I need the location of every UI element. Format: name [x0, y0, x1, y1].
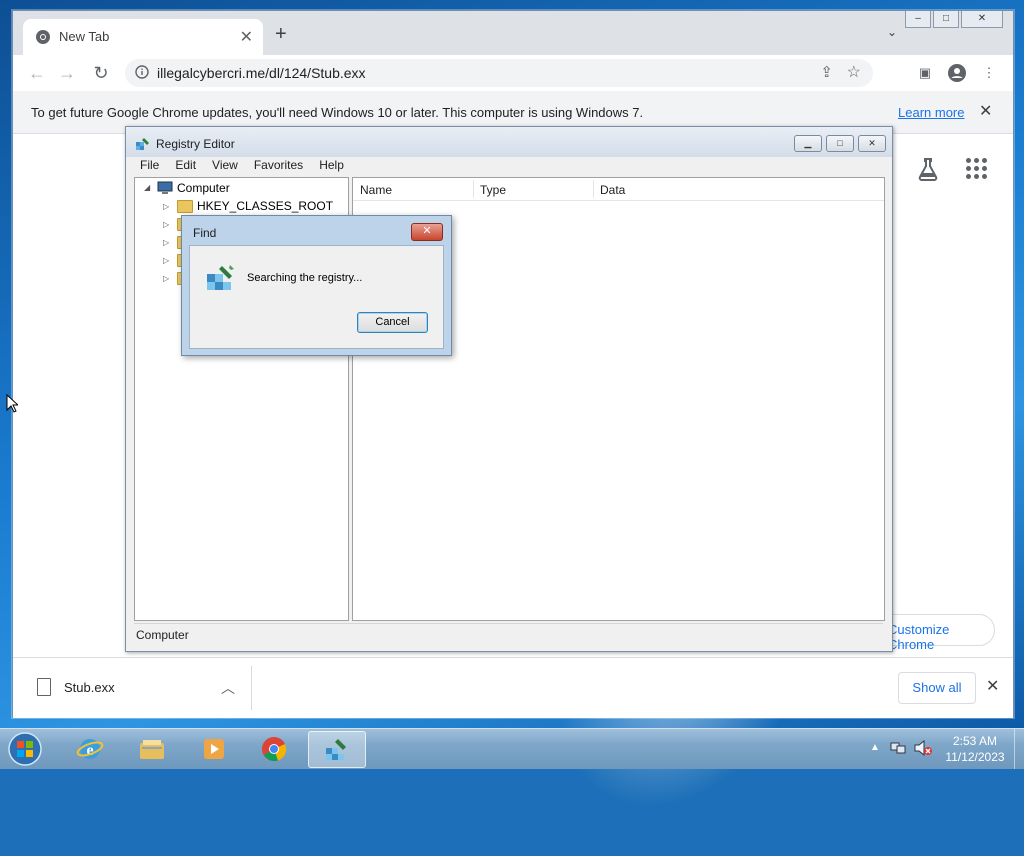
chrome-favicon-icon [36, 30, 50, 44]
taskbar-registry-editor[interactable] [308, 731, 366, 768]
minimize-button[interactable]: – [905, 11, 931, 28]
menu-view[interactable]: View [204, 157, 246, 175]
tree-expand-icon[interactable]: ▷ [163, 238, 169, 247]
browser-toolbar: ← → ↻ illegalcybercri.me/dl/124/Stub.exx… [13, 55, 1013, 91]
infobar-close-icon[interactable]: ✕ [979, 101, 992, 121]
maximize-button[interactable]: □ [933, 11, 959, 28]
volume-muted-icon[interactable] [914, 740, 932, 756]
registry-menu-bar: File Edit View Favorites Help [132, 157, 352, 175]
column-name[interactable]: Name [360, 183, 392, 197]
show-all-button[interactable]: Show all [898, 672, 976, 704]
taskbar-windows-explorer[interactable] [124, 731, 180, 766]
tree-node-hkey-classes-root[interactable]: HKEY_CLASSES_ROOT [197, 199, 333, 213]
forward-arrow-icon[interactable]: → [55, 61, 79, 85]
taskbar: e ▲ 2:53 AM 11/12/2023 [0, 728, 1024, 769]
reload-icon[interactable]: ↻ [89, 61, 113, 85]
tree-node-computer[interactable]: Computer [177, 181, 230, 195]
tree-expand-icon[interactable]: ▷ [163, 202, 169, 211]
chrome-icon [262, 737, 287, 762]
side-panel-icon[interactable]: ▣ [913, 61, 937, 85]
back-arrow-icon[interactable]: ← [25, 61, 49, 85]
network-icon[interactable] [890, 740, 906, 756]
menu-favorites[interactable]: Favorites [246, 157, 311, 175]
internet-explorer-icon: e [76, 739, 104, 759]
status-path: Computer [136, 628, 189, 642]
tree-expand-icon[interactable]: ▷ [163, 256, 169, 265]
media-player-icon [204, 739, 224, 759]
registry-minimize-button[interactable]: ▁ [794, 135, 822, 152]
taskbar-internet-explorer[interactable]: e [62, 731, 118, 766]
menu-file[interactable]: File [132, 157, 167, 175]
registry-status-bar: Computer [134, 623, 883, 646]
taskbar-chrome[interactable] [246, 731, 302, 766]
menu-edit[interactable]: Edit [167, 157, 204, 175]
download-filename: Stub.exx [64, 680, 115, 695]
registry-close-button[interactable]: ✕ [858, 135, 886, 152]
tab-close-icon[interactable]: ✕ [240, 27, 253, 47]
taskbar-media-player[interactable] [186, 731, 242, 766]
registry-editor-icon [136, 138, 149, 150]
share-icon[interactable]: ⇪ [820, 63, 833, 81]
address-bar[interactable]: illegalcybercri.me/dl/124/Stub.exx ⇪ ☆ [125, 59, 873, 87]
find-dialog-body: Searching the registry... Cancel [189, 245, 444, 349]
chrome-labs-icon[interactable] [916, 157, 940, 181]
show-desktop-button[interactable] [1014, 729, 1024, 769]
file-icon [37, 678, 51, 696]
new-tab-button[interactable]: + [275, 23, 287, 46]
computer-icon [157, 181, 173, 194]
tree-collapse-icon[interactable]: ◢ [144, 183, 150, 192]
url-text[interactable]: illegalcybercri.me/dl/124/Stub.exx [157, 65, 366, 81]
start-button-icon[interactable] [6, 731, 44, 767]
tree-expand-icon[interactable]: ▷ [163, 220, 169, 229]
find-dialog-title: Find [193, 226, 217, 240]
registry-search-icon [207, 265, 234, 290]
tab-strip: New Tab ✕ + ⌄ – □ ✕ [13, 11, 1013, 55]
find-close-button[interactable]: ✕ [411, 223, 443, 241]
chevron-up-icon[interactable]: ︿ [221, 678, 235, 698]
google-apps-icon[interactable] [966, 158, 988, 180]
registry-editor-icon [326, 739, 346, 760]
find-dialog: Find ✕ Searching the registry... Cancel [181, 215, 452, 356]
tab-title: New Tab [59, 29, 110, 44]
cancel-button[interactable]: Cancel [357, 312, 428, 333]
site-info-icon[interactable] [135, 65, 149, 79]
menu-kebab-icon[interactable]: ⋮ [977, 61, 1001, 85]
system-tray: ▲ 2:53 AM 11/12/2023 [866, 729, 1024, 769]
close-button[interactable]: ✕ [961, 11, 1003, 28]
clock-date[interactable]: 11/12/2023 [940, 750, 1010, 764]
column-type[interactable]: Type [480, 183, 506, 197]
tab-new-tab[interactable]: New Tab ✕ [23, 19, 263, 55]
tree-expand-icon[interactable]: ▷ [163, 274, 169, 283]
mouse-pointer-icon [6, 394, 18, 413]
download-separator [251, 666, 252, 710]
show-hidden-icons-arrow-icon[interactable]: ▲ [870, 742, 880, 753]
download-shelf: Stub.exx ︿ Show all ✕ [13, 657, 1013, 718]
infobar-message: To get future Google Chrome updates, you… [31, 105, 644, 120]
column-data[interactable]: Data [600, 183, 625, 197]
folder-icon [177, 200, 193, 213]
folder-library-icon [140, 740, 164, 759]
profile-avatar-icon[interactable] [945, 61, 969, 85]
tab-search-chevron-icon[interactable]: ⌄ [887, 25, 897, 39]
download-item[interactable]: Stub.exx ︿ [23, 666, 251, 710]
find-message: Searching the registry... [247, 272, 363, 284]
learn-more-link[interactable]: Learn more [898, 105, 964, 120]
bookmark-star-icon[interactable]: ☆ [847, 62, 861, 82]
registry-maximize-button[interactable]: □ [826, 135, 854, 152]
clock-time[interactable]: 2:53 AM [946, 734, 1004, 748]
menu-help[interactable]: Help [311, 157, 352, 175]
registry-title: Registry Editor [156, 137, 235, 151]
values-column-header: Name Type Data [353, 178, 884, 201]
registry-title-bar[interactable]: Registry Editor ▁ □ ✕ [126, 127, 892, 157]
registry-editor-window: Registry Editor ▁ □ ✕ File Edit View Fav… [125, 126, 893, 652]
download-shelf-close-icon[interactable]: ✕ [986, 676, 999, 696]
